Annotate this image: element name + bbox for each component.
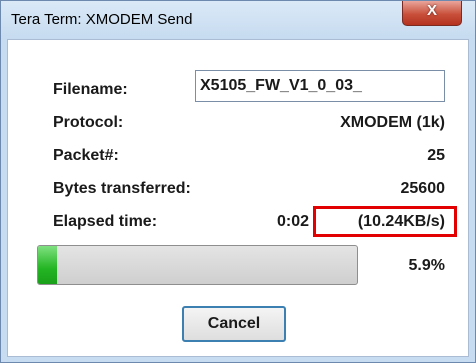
protocol-label: Protocol:	[53, 114, 124, 131]
packet-label: Packet#:	[53, 147, 119, 164]
xmodem-send-dialog: Tera Term: XMODEM Send X Filename: Proto…	[0, 0, 476, 363]
bytes-transferred-label: Bytes transferred:	[53, 180, 191, 197]
window-title: Tera Term: XMODEM Send	[11, 11, 193, 28]
cancel-button[interactable]: Cancel	[182, 306, 286, 342]
title-bar[interactable]: Tera Term: XMODEM Send X	[1, 1, 475, 39]
rate-highlight-box	[313, 206, 457, 237]
elapsed-time-value: 0:02	[276, 213, 309, 230]
packet-value: 25	[427, 147, 445, 164]
progress-percent: 5.9%	[408, 257, 445, 274]
elapsed-time-label: Elapsed time:	[53, 213, 158, 230]
progress-bar-fill	[38, 246, 57, 284]
bytes-transferred-value: 25600	[400, 180, 446, 197]
filename-label: Filename:	[53, 81, 128, 98]
close-button[interactable]: X	[402, 1, 462, 26]
filename-input[interactable]	[196, 71, 444, 101]
close-icon: X	[426, 2, 437, 19]
protocol-value: XMODEM (1k)	[340, 114, 445, 131]
filename-field[interactable]	[195, 70, 445, 102]
progress-bar	[37, 245, 358, 285]
